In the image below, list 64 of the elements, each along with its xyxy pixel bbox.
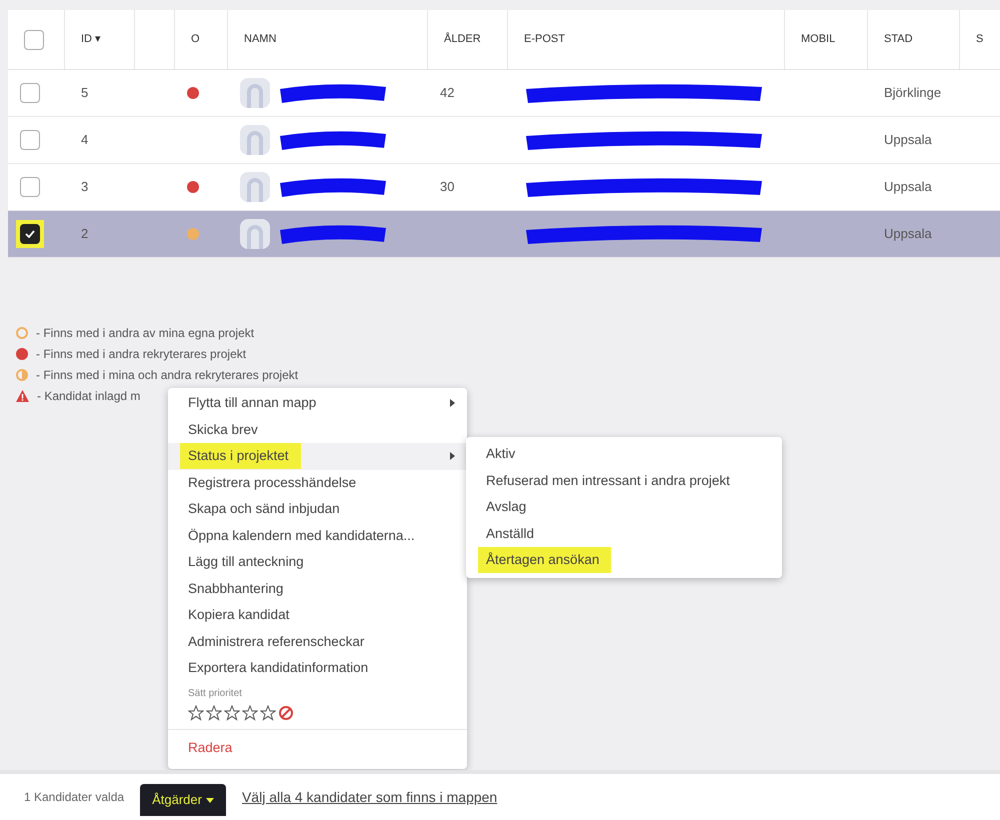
- checkbox[interactable]: [24, 30, 44, 50]
- menu-item[interactable]: Aktiv: [466, 441, 782, 468]
- caret-right-icon: [450, 452, 455, 460]
- menu-item[interactable]: Anställd: [466, 520, 782, 547]
- table-cell: 4: [81, 132, 88, 148]
- column-header[interactable]: STAD: [884, 31, 913, 48]
- column-header[interactable]: O: [191, 31, 200, 48]
- table-row[interactable]: 2 Uppsala: [8, 211, 1000, 258]
- table-cell: 3: [81, 179, 88, 194]
- menu-item[interactable]: Refuserad men intressant i andra projekt: [466, 468, 782, 494]
- menu-item[interactable]: Återtagen ansökan: [466, 547, 782, 574]
- table-cell: Uppsala: [884, 226, 932, 242]
- select-all-link[interactable]: Välj alla 4 kandidater som finns i mappen: [242, 786, 498, 808]
- legend-text: - Kandidat inlagd m: [37, 388, 140, 405]
- checkbox[interactable]: [20, 83, 40, 103]
- menu-item[interactable]: Skicka brev: [168, 416, 467, 443]
- menu-item[interactable]: Status i projektet: [168, 443, 467, 470]
- column-header[interactable]: MOBIL: [801, 31, 836, 48]
- column-header[interactable]: NAMN: [244, 31, 276, 48]
- column-header[interactable]: S: [976, 31, 984, 48]
- menu-item[interactable]: Exportera kandidatinformation: [168, 655, 467, 682]
- actions-button[interactable]: Åtgärder: [140, 784, 226, 816]
- table-cell: 2: [81, 226, 88, 242]
- selection-count: 1 Kandidater valda: [24, 789, 124, 806]
- legend-text: - Finns med i andra av mina egna projekt: [36, 325, 254, 342]
- table-cell: Uppsala: [884, 179, 932, 194]
- star-icon[interactable]: [206, 704, 222, 720]
- menu-item[interactable]: Flytta till annan mapp: [168, 390, 467, 416]
- table-cell: Björklinge: [884, 85, 942, 100]
- priority-label: Sätt prioritet: [188, 686, 243, 700]
- checkbox[interactable]: [20, 177, 40, 197]
- menu-item[interactable]: Öppna kalendern med kandidaterna...: [168, 522, 467, 549]
- column-header[interactable]: E-POST: [524, 31, 565, 48]
- menu-item[interactable]: Radera: [188, 738, 232, 758]
- menu-item[interactable]: Kopiera kandidat: [168, 602, 467, 628]
- avatar-icon: [240, 219, 270, 249]
- column-header[interactable]: ID ▾: [81, 31, 102, 48]
- star-icon[interactable]: [188, 704, 204, 720]
- menu-item[interactable]: Snabbhantering: [168, 576, 467, 602]
- menu-item[interactable]: Skapa och sänd inbjudan: [168, 496, 467, 522]
- table-cell: 5: [81, 85, 88, 100]
- menu-item[interactable]: Registrera processhändelse: [168, 470, 467, 496]
- avatar-icon: [240, 125, 270, 155]
- menu-item[interactable]: Administrera referenscheckar: [168, 628, 467, 655]
- menu-item[interactable]: Lägg till anteckning: [168, 549, 467, 576]
- caret-down-icon: [206, 798, 214, 802]
- column-header[interactable]: ÅLDER: [444, 31, 481, 48]
- legend-text: - Finns med i mina och andra rekryterares projekt: [36, 367, 298, 384]
- checkbox[interactable]: [20, 224, 40, 244]
- star-icon[interactable]: [242, 704, 258, 720]
- caret-right-icon: [450, 399, 455, 408]
- menu-item[interactable]: Avslag: [466, 494, 782, 520]
- table-cell: 42: [440, 85, 454, 100]
- table-cell: Uppsala: [884, 132, 932, 148]
- check-icon: [25, 230, 35, 238]
- table-cell: 30: [440, 179, 454, 194]
- avatar-icon: [240, 172, 270, 202]
- star-icon[interactable]: [260, 704, 276, 720]
- legend-text: - Finns med i andra rekryterares projekt: [36, 346, 246, 363]
- clear-priority-icon[interactable]: [278, 704, 294, 720]
- star-rating[interactable]: [188, 704, 276, 720]
- star-icon[interactable]: [224, 704, 240, 720]
- avatar-icon: [240, 78, 270, 108]
- checkbox[interactable]: [20, 130, 40, 150]
